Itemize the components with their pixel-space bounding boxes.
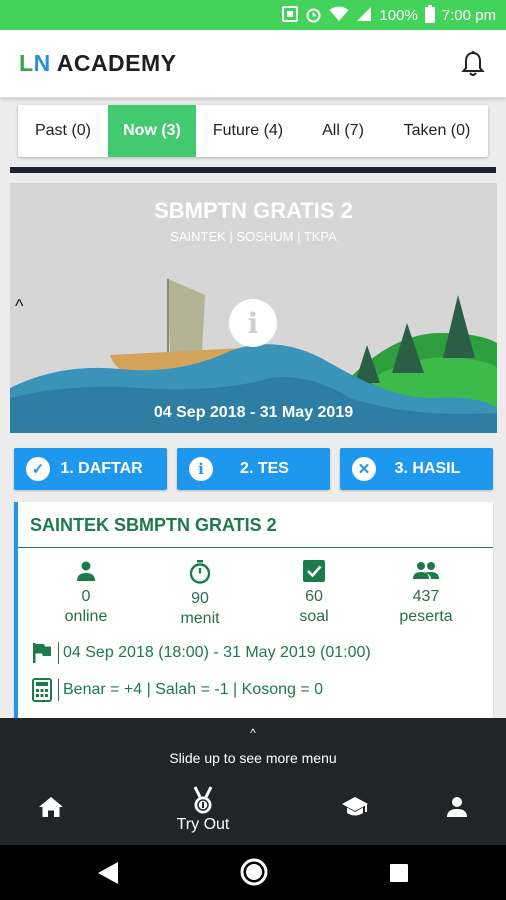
back-icon[interactable]: [97, 861, 119, 890]
battery-percent: 100%: [379, 6, 418, 24]
slide-up-hint: Slide up to see more menu: [169, 750, 337, 766]
schedule-text: 04 Sep 2018 (18:00) - 31 May 2019 (01:00…: [63, 644, 371, 661]
divider: [58, 679, 59, 701]
notification-bell-icon[interactable]: [461, 50, 485, 78]
collapse-icon[interactable]: ^: [15, 296, 23, 317]
schedule-row: 04 Sep 2018 (18:00) - 31 May 2019 (01:00…: [32, 642, 371, 664]
status-bar: 100% 7:00 pm: [0, 0, 506, 30]
tab-label: Taken (0): [403, 122, 471, 139]
scoring-text: Benar = +4 | Salah = -1 | Kosong = 0: [63, 681, 324, 698]
stat-label: peserta: [399, 608, 453, 625]
tes-button[interactable]: i 2. TES: [177, 448, 330, 490]
clock: 7:00 pm: [441, 6, 496, 24]
stat-value: 60: [305, 588, 323, 605]
stat-value: 437: [412, 588, 440, 605]
stat-questions: 60 soal: [264, 560, 364, 627]
test-detail-card[interactable]: SAINTEK SBMPTN GRATIS 2 0 online 90 meni…: [14, 502, 493, 732]
flag-icon: [33, 643, 51, 663]
logo-letter-l: L: [19, 50, 34, 76]
home-button-icon[interactable]: [240, 858, 268, 891]
nav-label-try-out[interactable]: Try Out: [172, 816, 234, 834]
drag-handle-icon[interactable]: ^: [0, 726, 506, 740]
system-navigation-bar: [0, 845, 506, 900]
recents-icon[interactable]: [389, 863, 409, 888]
tab-label: Future (4): [212, 122, 284, 139]
stat-label: menit: [180, 610, 220, 627]
event-card[interactable]: SBMPTN GRATIS 2 SAINTEK | SOSHUM | TKPA …: [10, 183, 497, 433]
event-subtitle: SAINTEK | SOSHUM | TKPA: [170, 229, 337, 244]
battery-icon: [424, 5, 435, 25]
tab-past[interactable]: Past (0): [18, 105, 108, 157]
tab-label: Now (3): [123, 122, 181, 139]
stat-label: soal: [299, 608, 329, 625]
info-icon: i: [189, 457, 213, 481]
signal-icon: [356, 6, 372, 24]
nfc-icon: [282, 6, 299, 24]
calculator-icon: [32, 678, 52, 702]
logo-text: ACADEMY: [50, 50, 177, 76]
test-title: SAINTEK SBMPTN GRATIS 2: [30, 515, 277, 535]
event-title: SBMPTN GRATIS 2: [154, 198, 353, 223]
tab-future[interactable]: Future (4): [196, 105, 300, 157]
stat-value: 90: [191, 590, 209, 607]
timer-icon: [189, 560, 211, 584]
stat-duration: 90 menit: [150, 560, 250, 629]
graduation-cap-icon[interactable]: [341, 796, 369, 823]
stat-participants: 437 peserta: [376, 560, 476, 627]
step-label: 2. TES: [240, 460, 289, 477]
stat-online: 0 online: [36, 560, 136, 627]
bottom-menu-panel[interactable]: ^ Slide up to see more menu Try Out: [0, 718, 506, 845]
app-bar: LN ACADEMY: [0, 30, 506, 98]
people-icon: [413, 562, 439, 579]
tab-now[interactable]: Now (3): [108, 105, 196, 157]
account-icon[interactable]: [446, 796, 468, 823]
tab-label: Past (0): [34, 122, 91, 139]
tab-taken[interactable]: Taken (0): [386, 105, 488, 157]
person-icon: [77, 561, 95, 581]
step-label: 1. DAFTAR: [60, 460, 143, 477]
hasil-button[interactable]: ✕ 3. HASIL: [340, 448, 493, 490]
info-icon[interactable]: i: [229, 299, 277, 347]
divider: [58, 642, 59, 664]
tab-label: All (7): [322, 122, 364, 139]
checkbox-icon: [303, 560, 325, 582]
tab-all[interactable]: All (7): [300, 105, 386, 157]
alarm-icon: [305, 6, 322, 25]
daftar-button[interactable]: ✓ 1. DAFTAR: [14, 448, 167, 490]
step-label: 3. HASIL: [394, 460, 461, 477]
scoring-row: Benar = +4 | Salah = -1 | Kosong = 0: [32, 678, 323, 702]
logo-letter-n: N: [33, 50, 51, 76]
filter-tabs: Past (0) Now (3) Future (4) All (7) Take…: [18, 105, 488, 157]
divider: [10, 167, 496, 173]
stat-label: online: [64, 608, 108, 625]
app-logo: LN ACADEMY: [19, 50, 177, 77]
event-date-range: 04 Sep 2018 - 31 May 2019: [153, 404, 354, 421]
close-icon: ✕: [352, 457, 376, 481]
divider: [18, 547, 493, 548]
stat-value: 0: [81, 588, 91, 605]
home-icon[interactable]: [38, 796, 64, 823]
check-icon: ✓: [26, 457, 50, 481]
wifi-icon: [329, 6, 349, 24]
